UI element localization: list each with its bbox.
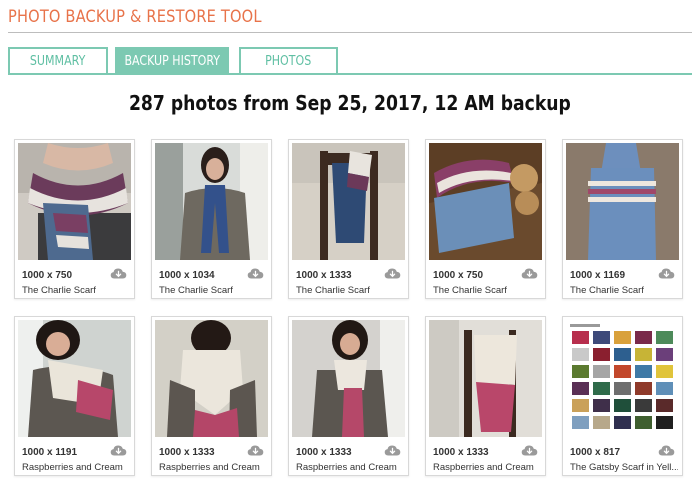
cloud-download-icon[interactable] bbox=[521, 444, 538, 457]
photo-dimensions: 1000 x 1333 bbox=[296, 270, 352, 281]
photo-caption: Raspberries and Cream bbox=[433, 462, 534, 473]
photo-card[interactable]: 1000 x 817 The Gatsby Scarf in Yell... bbox=[562, 316, 683, 476]
photo-thumbnail[interactable] bbox=[429, 320, 542, 437]
photo-dimensions: 1000 x 817 bbox=[570, 447, 621, 458]
photo-card[interactable]: 1000 x 750 The Charlie Scarf bbox=[14, 139, 135, 299]
cloud-download-icon[interactable] bbox=[658, 444, 675, 457]
photo-caption: Raspberries and Cream bbox=[159, 462, 260, 473]
cloud-download-icon[interactable] bbox=[247, 267, 264, 280]
photo-caption: The Charlie Scarf bbox=[22, 285, 96, 296]
photo-card[interactable]: 1000 x 1333 Raspberries and Cream bbox=[288, 316, 409, 476]
photo-thumbnail[interactable] bbox=[566, 143, 679, 260]
photo-dimensions: 1000 x 750 bbox=[22, 270, 73, 281]
tab-photos-label: PHOTOS bbox=[265, 54, 312, 69]
photo-card[interactable]: 1000 x 1169 The Charlie Scarf bbox=[562, 139, 683, 299]
cloud-download-icon[interactable] bbox=[658, 267, 675, 280]
photo-caption: The Charlie Scarf bbox=[433, 285, 507, 296]
cloud-download-icon[interactable] bbox=[110, 444, 127, 457]
photo-dimensions: 1000 x 750 bbox=[433, 270, 484, 281]
tabs-divider bbox=[8, 73, 692, 75]
cloud-download-icon[interactable] bbox=[521, 267, 538, 280]
page-title-text: 287 photos from Sep 25, 2017, 12 AM back… bbox=[129, 91, 571, 115]
photo-thumbnail[interactable] bbox=[18, 320, 131, 437]
tab-summary[interactable]: SUMMARY bbox=[8, 47, 108, 74]
photo-caption: The Gatsby Scarf in Yell... bbox=[570, 462, 678, 473]
photo-thumbnail[interactable] bbox=[155, 320, 268, 437]
photo-caption: The Charlie Scarf bbox=[159, 285, 233, 296]
photo-thumbnail[interactable] bbox=[566, 320, 679, 437]
tab-backup-history[interactable]: BACKUP HISTORY bbox=[115, 47, 229, 74]
photo-dimensions: 1000 x 1034 bbox=[159, 270, 215, 281]
photo-caption: Raspberries and Cream bbox=[22, 462, 123, 473]
cloud-download-icon[interactable] bbox=[247, 444, 264, 457]
cloud-download-icon[interactable] bbox=[110, 267, 127, 280]
photo-dimensions: 1000 x 1333 bbox=[433, 447, 489, 458]
photo-caption: Raspberries and Cream bbox=[296, 462, 397, 473]
photo-card[interactable]: 1000 x 1333 Raspberries and Cream bbox=[425, 316, 546, 476]
photo-card[interactable]: 1000 x 1333 The Charlie Scarf bbox=[288, 139, 409, 299]
photo-thumbnail[interactable] bbox=[292, 143, 405, 260]
tab-photos[interactable]: PHOTOS bbox=[239, 47, 338, 74]
photo-thumbnail[interactable] bbox=[429, 143, 542, 260]
cloud-download-icon[interactable] bbox=[384, 267, 401, 280]
photo-card[interactable]: 1000 x 750 The Charlie Scarf bbox=[425, 139, 546, 299]
photo-dimensions: 1000 x 1333 bbox=[296, 447, 352, 458]
photo-caption: The Charlie Scarf bbox=[570, 285, 644, 296]
photo-thumbnail[interactable] bbox=[292, 320, 405, 437]
photo-dimensions: 1000 x 1333 bbox=[159, 447, 215, 458]
photo-thumbnail[interactable] bbox=[18, 143, 131, 260]
photo-card[interactable]: 1000 x 1191 Raspberries and Cream bbox=[14, 316, 135, 476]
tab-backup-history-label: BACKUP HISTORY bbox=[124, 54, 220, 69]
page-title: 287 photos from Sep 25, 2017, 12 AM back… bbox=[0, 91, 700, 115]
photo-caption: The Charlie Scarf bbox=[296, 285, 370, 296]
cloud-download-icon[interactable] bbox=[384, 444, 401, 457]
title-divider bbox=[8, 32, 692, 33]
photo-thumbnail[interactable] bbox=[155, 143, 268, 260]
photo-dimensions: 1000 x 1191 bbox=[22, 447, 78, 458]
tab-bar: SUMMARY BACKUP HISTORY PHOTOS bbox=[8, 47, 692, 74]
photo-dimensions: 1000 x 1169 bbox=[570, 270, 626, 281]
photo-card[interactable]: 1000 x 1333 Raspberries and Cream bbox=[151, 316, 272, 476]
app-title: PHOTO BACKUP & RESTORE TOOL bbox=[8, 7, 262, 27]
photo-card[interactable]: 1000 x 1034 The Charlie Scarf bbox=[151, 139, 272, 299]
tab-summary-label: SUMMARY bbox=[30, 54, 86, 69]
